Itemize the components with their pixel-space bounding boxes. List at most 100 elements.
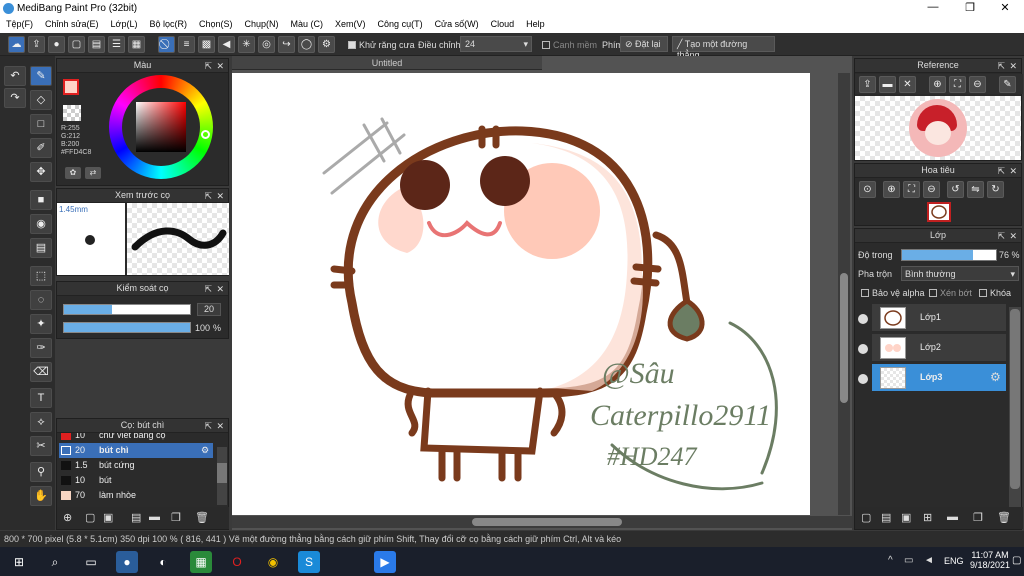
smooth-checkbox[interactable]: Canh mềm	[542, 40, 597, 50]
fit-icon[interactable]: ⛶	[903, 181, 920, 198]
zoom-out-icon[interactable]: ⊖	[969, 76, 986, 93]
new-brush-icon[interactable]: ▢	[85, 511, 95, 524]
circle-snap-icon[interactable]: ◎	[258, 36, 275, 53]
select-tool-icon[interactable]: ⬚	[30, 266, 52, 286]
zoom-icon[interactable]: ⊙	[859, 181, 876, 198]
doc-icon[interactable]: ▤	[88, 36, 105, 53]
eyedropper-icon[interactable]: ✎	[999, 76, 1016, 93]
settings-icon[interactable]: ⚙	[318, 36, 335, 53]
upload-icon[interactable]: ⇪	[859, 76, 876, 93]
layer-row[interactable]: Lớp1	[872, 304, 1006, 332]
create-line-button[interactable]: ╱ Tạo một đường thẳng	[672, 36, 775, 60]
divide-tool-icon[interactable]: ✂	[30, 436, 52, 456]
zoom-in-icon[interactable]: ⊕	[929, 76, 946, 93]
rotate-right-icon[interactable]: ↻	[987, 181, 1004, 198]
fit-icon[interactable]: ⛶	[949, 76, 966, 93]
close-icon[interactable]: ✕	[216, 420, 224, 433]
close-icon[interactable]: ✕	[216, 190, 224, 203]
zoom-out-icon[interactable]: ⊖	[923, 181, 940, 198]
lasso-tool-icon[interactable]: ◌	[30, 290, 52, 310]
menu-window[interactable]: Cửa số(W)	[429, 17, 485, 31]
grid-icon[interactable]: ▦	[128, 36, 145, 53]
saturation-square[interactable]	[136, 102, 186, 152]
color-wheel[interactable]	[109, 75, 213, 179]
vertical-scrollbar[interactable]	[838, 73, 850, 515]
snap-off-icon[interactable]: ⃠	[158, 36, 175, 53]
visibility-icon[interactable]	[858, 374, 868, 384]
chevron-up-icon[interactable]: ^	[888, 555, 893, 566]
vanish-snap-icon[interactable]: ◀	[218, 36, 235, 53]
adjust-select[interactable]: 24 ▾	[460, 36, 532, 52]
layer-opacity-slider[interactable]	[901, 249, 997, 261]
operation-tool-icon[interactable]: ⟡	[30, 412, 52, 432]
comment-icon[interactable]: ●	[48, 36, 65, 53]
parallel-snap-icon[interactable]: ≡	[178, 36, 195, 53]
hue-handle[interactable]	[201, 130, 210, 139]
new-file-icon[interactable]: ▢	[68, 36, 85, 53]
menu-file[interactable]: Tệp(F)	[0, 17, 39, 31]
excel-icon[interactable]: ▦	[190, 551, 212, 573]
minimize-icon[interactable]: —	[918, 1, 948, 13]
menu-help[interactable]: Help	[520, 17, 551, 31]
ellipse-snap-icon[interactable]: ◯	[298, 36, 315, 53]
lock-checkbox[interactable]: Khóa	[979, 288, 1011, 298]
popout-icon[interactable]: ⇱	[204, 283, 212, 296]
list-item[interactable]: 1.5 bút cứng	[59, 458, 217, 473]
protect-alpha-checkbox[interactable]: Bảo vệ alpha	[861, 288, 925, 298]
fill-shape-icon[interactable]: ■	[30, 190, 52, 210]
menu-tools[interactable]: Công cụ(T)	[372, 17, 429, 31]
popout-icon[interactable]: ⇱	[997, 230, 1005, 243]
cloud-icon[interactable]: ☁	[8, 36, 25, 53]
visibility-icon[interactable]	[858, 344, 868, 354]
new-layer-icon[interactable]: ▢	[861, 511, 871, 524]
trash-icon[interactable]: 🗑	[997, 511, 1011, 524]
close-icon[interactable]: ✕	[216, 60, 224, 73]
trash-icon[interactable]: 🗑	[195, 511, 209, 524]
magic-wand-icon[interactable]: ✦	[30, 314, 52, 334]
brush-menu-icon[interactable]: ▣	[103, 511, 113, 524]
menu-color[interactable]: Màu (C)	[285, 17, 330, 31]
clock[interactable]: 11:07 AM 9/18/2021	[970, 550, 1010, 570]
close-icon[interactable]: ✕	[1009, 165, 1017, 178]
network-icon[interactable]: ▭	[904, 555, 913, 566]
select-eraser-icon[interactable]: ⌫	[30, 362, 52, 382]
gradient-tool-icon[interactable]: ▤	[30, 238, 52, 258]
list-icon[interactable]: ☰	[108, 36, 125, 53]
primary-color-swatch[interactable]	[63, 79, 79, 95]
menu-edit[interactable]: Chỉnh sửa(E)	[39, 17, 105, 31]
close-icon[interactable]: ✕	[1009, 60, 1017, 73]
layer-row[interactable]: Lớp3 ⚙	[872, 364, 1006, 392]
palette-icon[interactable]: ✿	[65, 167, 81, 179]
horizontal-scrollbar[interactable]	[232, 516, 852, 528]
menu-snap[interactable]: Chụp(N)	[239, 17, 285, 31]
text-tool-icon[interactable]: T	[30, 388, 52, 408]
cross-snap-icon[interactable]: ▩	[198, 36, 215, 53]
list-item[interactable]: 10 bút	[59, 473, 217, 488]
brush-tool-icon[interactable]: ✎	[30, 66, 52, 86]
layers-scrollbar[interactable]	[1009, 307, 1021, 507]
eyedropper-icon[interactable]: ⚲	[30, 462, 52, 482]
maximize-icon[interactable]: ❐	[955, 1, 985, 14]
redo-icon[interactable]: ↷	[4, 88, 26, 108]
copy-layer-icon[interactable]: ▣	[901, 511, 911, 524]
duplicate-icon[interactable]: ❐	[171, 511, 181, 524]
popout-icon[interactable]: ⇱	[204, 190, 212, 203]
dot-tool-icon[interactable]: □	[30, 114, 52, 134]
search-icon[interactable]: ⌕	[44, 551, 66, 573]
brush-list-scrollbar[interactable]	[217, 447, 227, 505]
reset-button[interactable]: ⊘ Đặt lại	[620, 36, 668, 52]
brush-opacity-slider[interactable]	[63, 322, 191, 333]
menu-layer[interactable]: Lớp(L)	[105, 17, 144, 31]
select-pen-icon[interactable]: ✑	[30, 338, 52, 358]
layer-row[interactable]: Lớp2	[872, 334, 1006, 362]
list-item[interactable]: 70 làm nhòe	[59, 488, 217, 503]
new-layer-menu-icon[interactable]: ▤	[881, 511, 891, 524]
close-icon[interactable]: ✕	[1009, 230, 1017, 243]
rotate-left-icon[interactable]: ↺	[947, 181, 964, 198]
skype-icon[interactable]: S	[298, 551, 320, 573]
windows-icon[interactable]: ⊞	[8, 551, 30, 573]
volume-icon[interactable]: ◄	[924, 555, 934, 566]
swap-icon[interactable]: ⇄	[85, 167, 101, 179]
close-icon[interactable]: ✕	[899, 76, 916, 93]
undo-icon[interactable]: ↶	[4, 66, 26, 86]
